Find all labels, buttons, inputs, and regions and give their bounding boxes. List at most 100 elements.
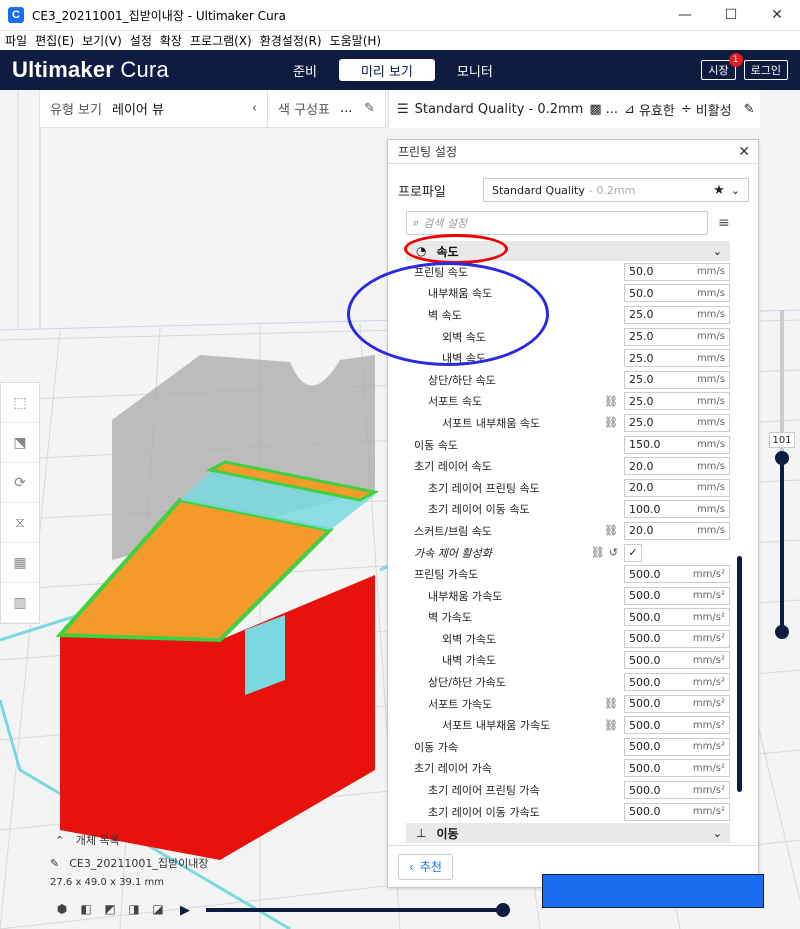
- setting-value: 500.0: [629, 567, 661, 581]
- color-scheme-selector[interactable]: 색 구성표 ... ✎: [268, 89, 386, 128]
- setting-value-input[interactable]: 500.0 mm/s²: [624, 565, 730, 584]
- close-icon[interactable]: ✕: [738, 144, 750, 160]
- maximize-button[interactable]: ☐: [708, 0, 754, 31]
- setting-value-input[interactable]: 500.0 mm/s²: [624, 737, 730, 756]
- panel-scrollbar[interactable]: [737, 556, 742, 792]
- object-list-toggle[interactable]: ⌃ 개체 목록: [55, 832, 120, 848]
- link-icon[interactable]: ⛓: [604, 524, 618, 537]
- link-icon[interactable]: ⛓: [591, 546, 605, 559]
- setting-value-input[interactable]: 25.0 mm/s: [624, 327, 730, 346]
- view-type-label: 유형 보기: [50, 103, 102, 118]
- login-button[interactable]: 로그인: [743, 60, 788, 80]
- setting-value-input[interactable]: 500.0 mm/s²: [624, 759, 730, 778]
- setting-value-input[interactable]: 100.0 mm/s: [624, 500, 730, 519]
- setting-value-input[interactable]: 25.0 mm/s: [624, 392, 730, 411]
- mirror-tool-icon[interactable]: ⧖: [1, 503, 39, 543]
- move-tool-icon[interactable]: ⬚: [1, 383, 39, 423]
- setting-label: 스커트/브림 속도: [414, 524, 493, 538]
- setting-unit: mm/s²: [692, 654, 725, 666]
- setting-value: 500.0: [629, 697, 661, 711]
- profile-label: 프로파일: [398, 184, 446, 200]
- timeline-handle[interactable]: [496, 903, 510, 917]
- menu-file[interactable]: 파일: [2, 32, 30, 49]
- setting-value: 25.0: [629, 416, 654, 430]
- setting-unit: mm/s: [696, 266, 725, 278]
- 3d-view-icon[interactable]: ⬢: [52, 901, 72, 917]
- timeline-track[interactable]: [206, 908, 504, 912]
- setting-value-input[interactable]: 500.0 mm/s²: [624, 608, 730, 627]
- blue-highlight-ellipse: [347, 262, 549, 366]
- settings-visibility-menu-icon[interactable]: ≡: [718, 215, 730, 231]
- setting-unit: mm/s: [696, 417, 725, 429]
- menu-settings[interactable]: 설정: [127, 32, 155, 49]
- tab-monitor[interactable]: 모니터: [439, 59, 511, 81]
- recommended-button[interactable]: ‹ 추천: [398, 853, 453, 880]
- setting-row: 초기 레이어 가속 500.0 mm/s²: [406, 758, 730, 780]
- setting-value-input[interactable]: 500.0 mm/s²: [624, 694, 730, 713]
- setting-checkbox[interactable]: ✓: [624, 543, 642, 562]
- setting-value-input[interactable]: 500.0 mm/s²: [624, 781, 730, 800]
- star-icon[interactable]: ★: [713, 183, 725, 198]
- setting-row: 가속 제어 활성화 ⛓ ↺ ✓: [406, 542, 730, 564]
- scale-tool-icon[interactable]: ⬔: [1, 423, 39, 463]
- layer-number-input[interactable]: 101: [769, 432, 795, 448]
- layer-slider-bottom-handle[interactable]: [775, 625, 789, 639]
- slice-button[interactable]: [542, 874, 764, 908]
- menu-programs[interactable]: 프로그램(X): [187, 32, 255, 49]
- setting-value-input[interactable]: 500.0 mm/s²: [624, 673, 730, 692]
- setting-value-input[interactable]: 25.0 mm/s: [624, 413, 730, 432]
- menu-preferences[interactable]: 환경설정(R): [257, 32, 325, 49]
- setting-value-input[interactable]: 20.0 mm/s: [624, 521, 730, 540]
- pencil-icon[interactable]: ✎: [50, 857, 59, 870]
- per-model-settings-icon[interactable]: ▦: [1, 543, 39, 583]
- right-view-icon[interactable]: ◪: [148, 901, 168, 917]
- rotate-tool-icon[interactable]: ⟳: [1, 463, 39, 503]
- link-icon[interactable]: ⛓: [604, 416, 618, 429]
- setting-value-input[interactable]: 20.0 mm/s: [624, 478, 730, 497]
- setting-value-input[interactable]: 150.0 mm/s: [624, 435, 730, 454]
- link-icon[interactable]: ⛓: [604, 697, 618, 710]
- setting-label: 이동 가속: [414, 740, 458, 754]
- menu-edit[interactable]: 편집(E): [32, 32, 77, 49]
- setting-value-input[interactable]: 500.0 mm/s²: [624, 802, 730, 821]
- setting-label: 초기 레이어 속도: [414, 460, 492, 474]
- setting-value-input[interactable]: 50.0 mm/s: [624, 284, 730, 303]
- tab-preview[interactable]: 미리 보기: [338, 59, 435, 81]
- setting-value-input[interactable]: 500.0 mm/s²: [624, 629, 730, 648]
- link-icon[interactable]: ⛓: [604, 719, 618, 732]
- chevron-down-icon: ⌄: [730, 183, 740, 197]
- play-icon[interactable]: ▶: [180, 903, 190, 918]
- setting-value-input[interactable]: 500.0 mm/s²: [624, 651, 730, 670]
- menu-extensions[interactable]: 확장: [157, 32, 185, 49]
- marketplace-button[interactable]: 시장 1: [701, 53, 743, 80]
- category-travel[interactable]: ⊥ 이동 ⌄: [406, 823, 730, 844]
- setting-value-input[interactable]: 25.0 mm/s: [624, 305, 730, 324]
- reset-icon[interactable]: ↺: [609, 546, 618, 559]
- minimize-button[interactable]: —: [662, 0, 708, 31]
- print-setup-bar[interactable]: ☰ Standard Quality - 0.2mm ▩ ... ⊿ 유효한 ÷…: [388, 90, 760, 128]
- link-icon[interactable]: ⛓: [604, 395, 618, 408]
- chevron-left-icon: ‹: [251, 101, 257, 116]
- support-blocker-icon[interactable]: ▥: [1, 583, 39, 623]
- menu-help[interactable]: 도움말(H): [327, 32, 385, 49]
- setting-value-input[interactable]: 25.0 mm/s: [624, 370, 730, 389]
- setting-unit: mm/s²: [692, 611, 725, 623]
- front-view-icon[interactable]: ◧: [76, 901, 96, 917]
- top-view-icon[interactable]: ◩: [100, 901, 120, 917]
- left-view-icon[interactable]: ◨: [124, 901, 144, 917]
- search-input[interactable]: ⌕ 검색 설정: [406, 211, 708, 235]
- close-button[interactable]: ✕: [754, 0, 800, 31]
- setting-value-input[interactable]: 50.0 mm/s: [624, 262, 730, 281]
- profile-dropdown[interactable]: Standard Quality - 0.2mm ★ ⌄: [483, 178, 749, 202]
- view-type-selector[interactable]: 유형 보기 레이어 뷰 ‹: [40, 89, 268, 128]
- setting-value-input[interactable]: 20.0 mm/s: [624, 457, 730, 476]
- setting-row: 스커트/브림 속도 ⛓ 20.0 mm/s: [406, 520, 730, 542]
- setting-value-input[interactable]: 500.0 mm/s²: [624, 716, 730, 735]
- chevron-down-icon: ⌄: [712, 244, 722, 258]
- setting-value-input[interactable]: 25.0 mm/s: [624, 349, 730, 368]
- menu-view[interactable]: 보기(V): [79, 32, 125, 49]
- layer-slider-track[interactable]: [780, 455, 784, 633]
- setting-value-input[interactable]: 500.0 mm/s²: [624, 586, 730, 605]
- layer-slider-top-handle[interactable]: [775, 451, 789, 465]
- tab-prepare[interactable]: 준비: [275, 59, 335, 81]
